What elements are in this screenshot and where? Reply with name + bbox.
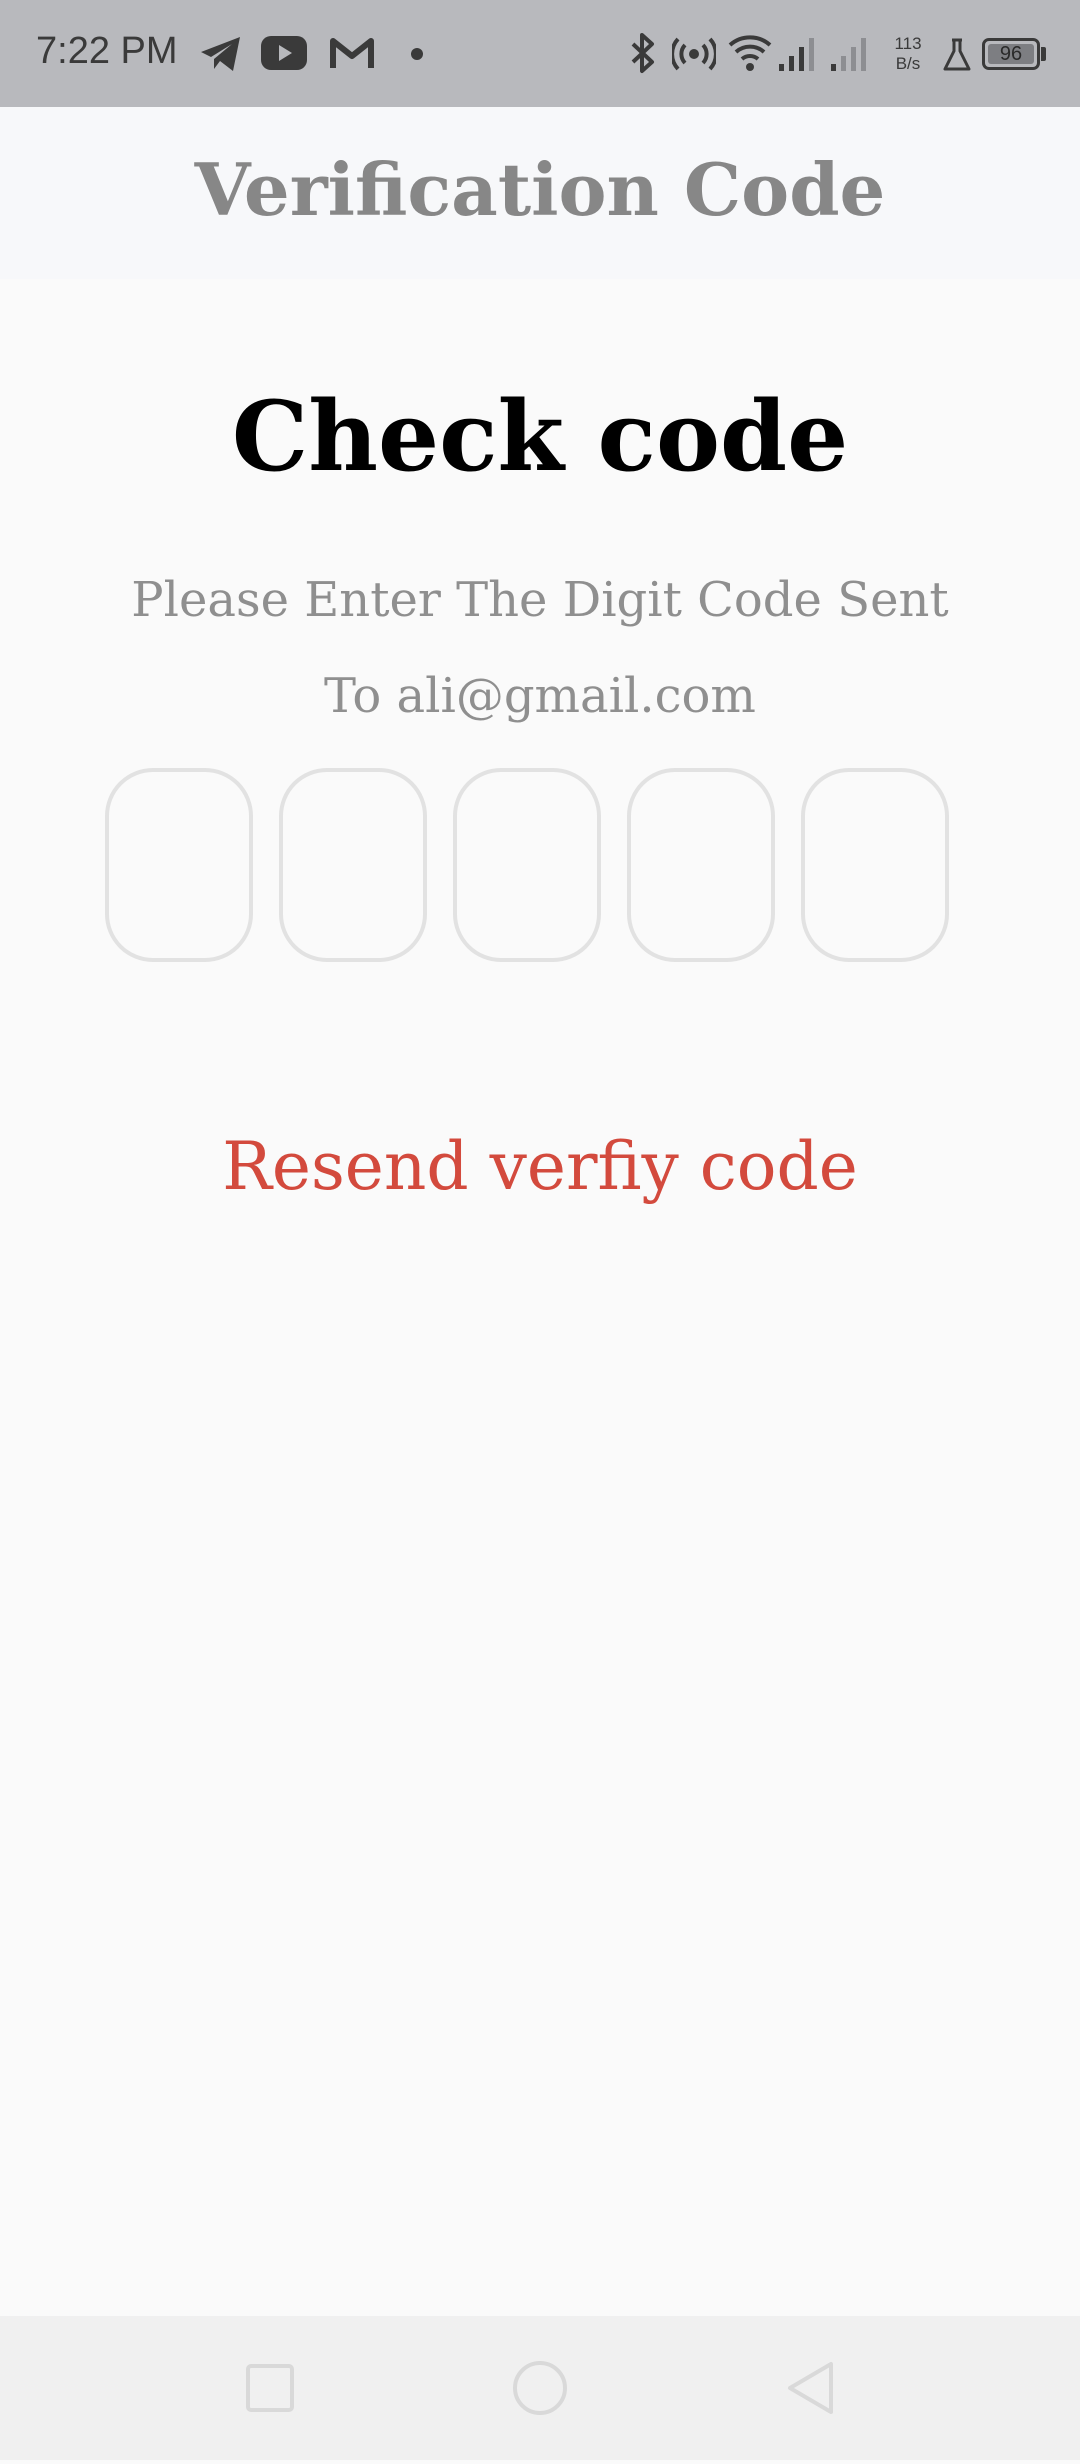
- instruction-text: Please Enter The Digit Code Sent To ali@…: [60, 552, 1020, 744]
- network-speed-value: 113: [894, 34, 922, 53]
- flask-icon: [942, 38, 972, 77]
- network-speed: 113 B/s: [888, 34, 928, 74]
- code-digit-box-2[interactable]: [279, 768, 427, 962]
- telegram-icon: [198, 34, 244, 79]
- recents-button[interactable]: [210, 2316, 330, 2460]
- verification-code-input: [105, 768, 950, 962]
- page-title: Verification Code: [194, 147, 886, 232]
- youtube-icon: [260, 34, 308, 77]
- check-code-heading: Check code: [231, 380, 849, 493]
- instruction-line-1: Please Enter The Digit Code Sent: [131, 572, 949, 628]
- code-digit-box-4[interactable]: [627, 768, 775, 962]
- dot-icon: [410, 47, 424, 66]
- wifi-icon: [728, 32, 772, 77]
- instruction-line-2: To ali@gmail.com: [324, 668, 756, 724]
- signal-icon: [830, 36, 872, 77]
- recents-square-icon: [246, 2364, 294, 2412]
- battery-icon: 96: [982, 38, 1040, 70]
- bluetooth-icon: [628, 32, 658, 79]
- code-digit-box-1[interactable]: [105, 768, 253, 962]
- home-circle-icon: [513, 2361, 567, 2415]
- battery-level: 96: [988, 44, 1034, 64]
- navigation-bar: [0, 2316, 1080, 2460]
- status-time: 7:22 PM: [36, 30, 178, 72]
- back-triangle-icon: [788, 2362, 833, 2414]
- gmail-icon: [330, 36, 374, 75]
- back-button[interactable]: [750, 2316, 870, 2460]
- home-button[interactable]: [480, 2316, 600, 2460]
- resend-code-button[interactable]: Resend verfiy code: [0, 1128, 1080, 1205]
- hotspot-icon: [670, 34, 718, 79]
- status-bar: 7:22 PM 113 B/s 96: [0, 0, 1080, 107]
- network-speed-unit: B/s: [895, 54, 921, 73]
- signal-icon: [778, 36, 820, 77]
- battery-tip: [1041, 47, 1046, 61]
- code-digit-box-5[interactable]: [801, 768, 949, 962]
- code-digit-box-3[interactable]: [453, 768, 601, 962]
- app-bar: Verification Code: [0, 107, 1080, 279]
